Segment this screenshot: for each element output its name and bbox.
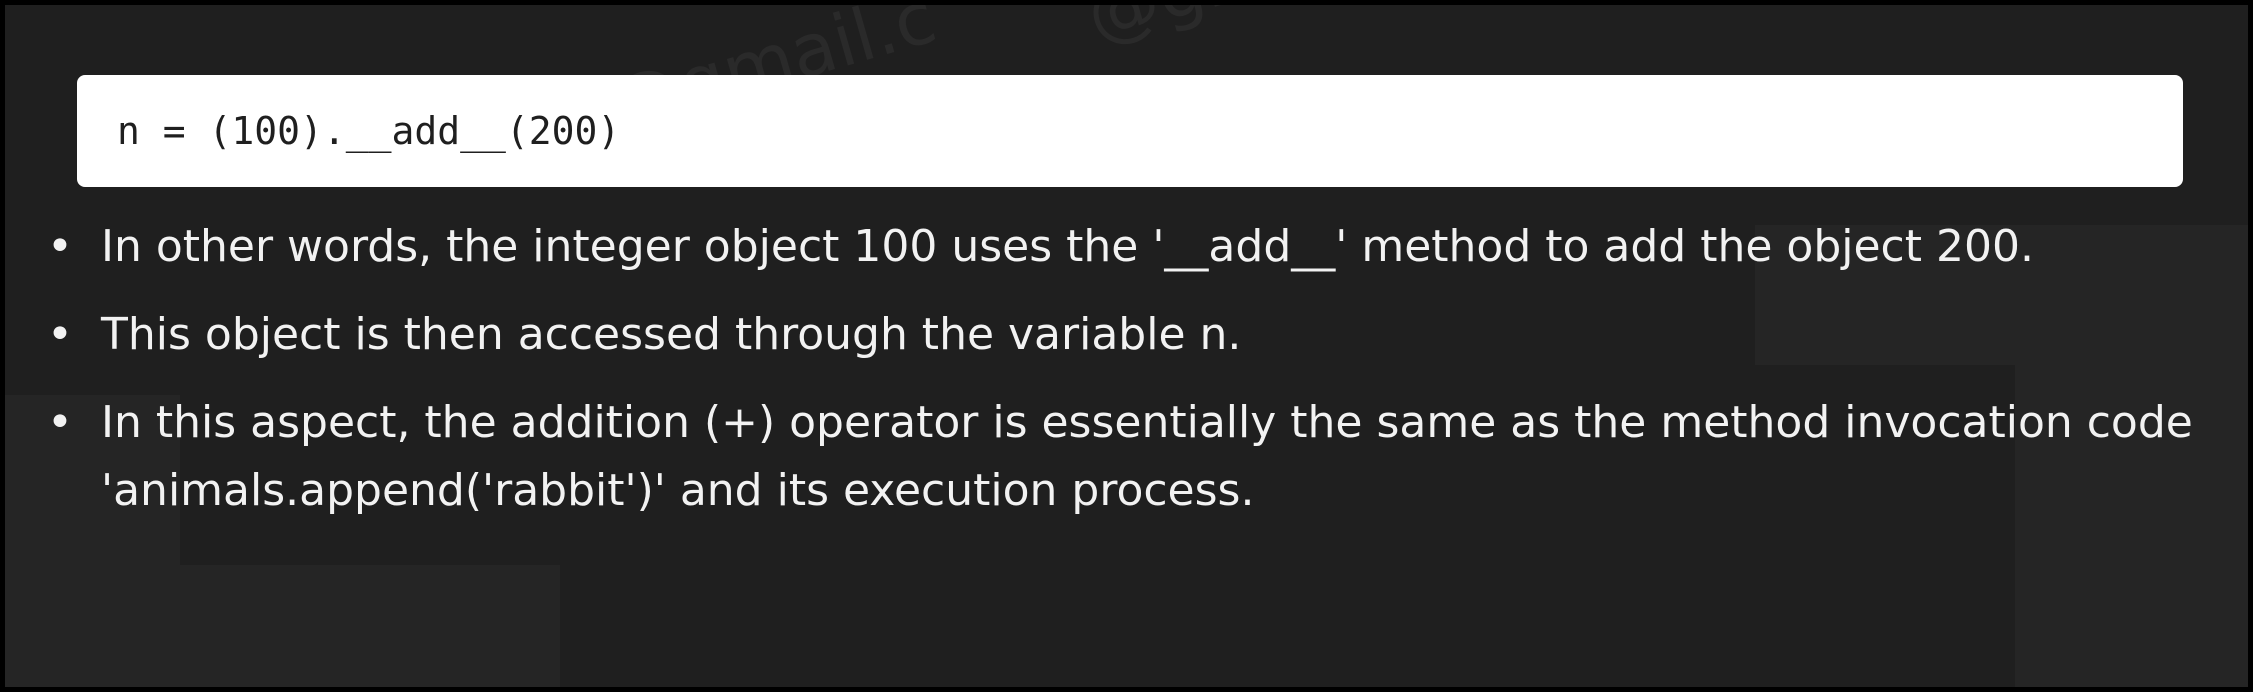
background-shape [180, 565, 560, 687]
bullet-list: • In other words, the integer object 100… [45, 213, 2215, 545]
code-block: n = (100).__add__(200) [77, 75, 2183, 187]
bullet-marker: • [47, 309, 73, 360]
bullet-marker: • [47, 397, 73, 448]
watermark: @gm [1077, 5, 1281, 57]
bullet-text: In other words, the integer object 100 u… [101, 221, 2034, 272]
bullet-marker: • [47, 221, 73, 272]
bullet-text: In this aspect, the addition (+) operato… [101, 397, 2193, 516]
slide: @gmail.c @gm n = (100).__add__(200) • In… [0, 0, 2253, 692]
bullet-item: • This object is then accessed through t… [45, 301, 2215, 369]
bullet-item: • In other words, the integer object 100… [45, 213, 2215, 281]
code-line: n = (100).__add__(200) [117, 109, 621, 153]
bullet-text: This object is then accessed through the… [101, 309, 1242, 360]
bullet-item: • In this aspect, the addition (+) opera… [45, 389, 2215, 525]
